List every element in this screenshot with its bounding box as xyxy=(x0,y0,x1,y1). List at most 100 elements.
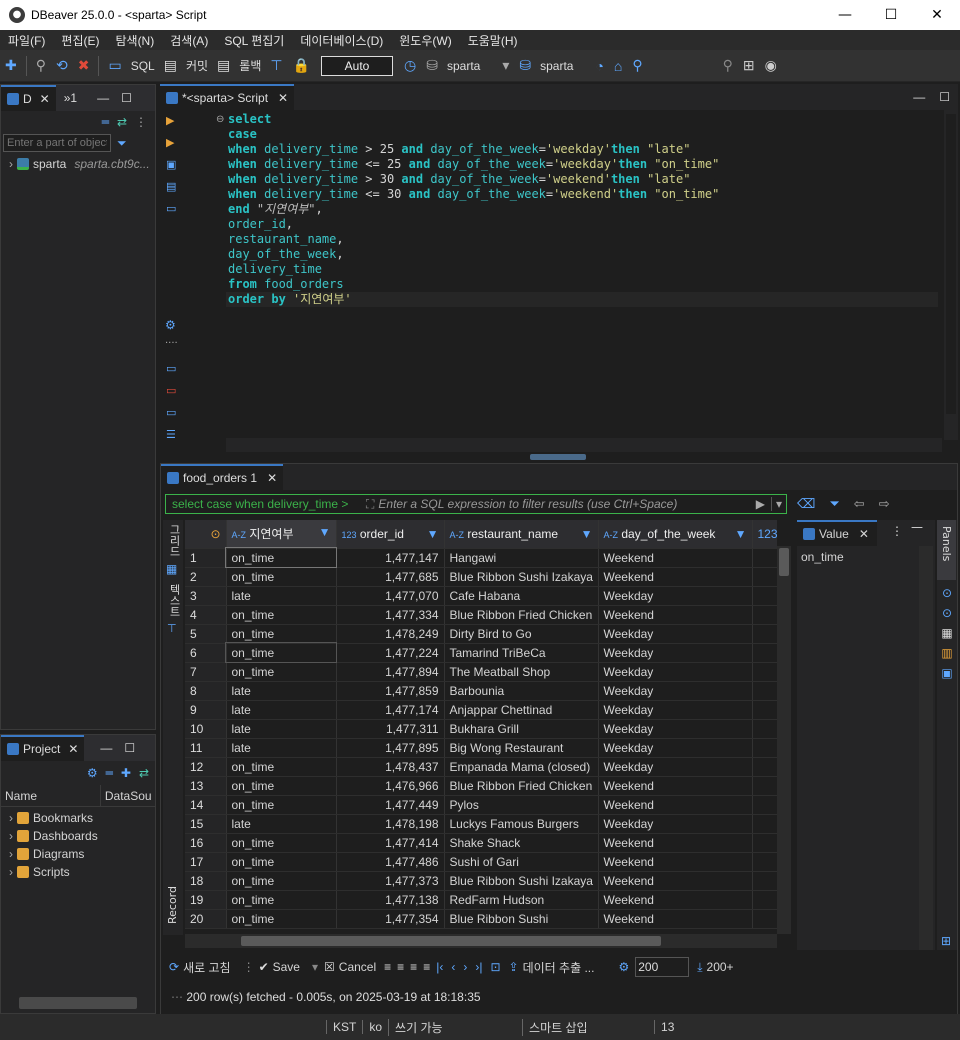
menu-file[interactable]: 파일(F) xyxy=(0,32,53,49)
editor-vertical-scrollbar[interactable] xyxy=(944,110,958,440)
close-icon[interactable]: ✕ xyxy=(278,91,288,105)
table-cell[interactable] xyxy=(752,681,777,701)
table-cell[interactable]: 1,477,354 xyxy=(336,909,445,929)
close-icon[interactable]: ✕ xyxy=(68,742,78,756)
table-cell[interactable]: on_time xyxy=(226,662,337,682)
first-page-icon[interactable]: |‹ xyxy=(436,960,443,974)
table-cell[interactable]: 1,477,449 xyxy=(336,795,445,815)
table-row[interactable]: 5 on_time 1,478,249 Dirty Bird to Go Weekday xyxy=(185,624,777,644)
table-row[interactable]: 14 on_time 1,477,449 Pylos Weekend xyxy=(185,795,777,815)
menu-help[interactable]: 도움말(H) xyxy=(460,32,526,49)
table-cell[interactable]: Weekday xyxy=(598,814,753,834)
table-cell[interactable]: Weekday xyxy=(598,643,753,663)
table-cell[interactable] xyxy=(752,700,777,720)
refresh-button[interactable]: 새로 고침 xyxy=(183,959,231,976)
export-icon[interactable]: ▭ xyxy=(166,362,176,375)
history-icon[interactable]: ◷ xyxy=(399,57,421,74)
menu-database[interactable]: 데이터베이스(D) xyxy=(292,32,391,49)
table-cell[interactable]: Dirty Bird to Go xyxy=(444,624,599,644)
table-cell[interactable]: late xyxy=(226,719,337,739)
maximize-icon[interactable]: ☐ xyxy=(939,90,950,104)
table-cell[interactable] xyxy=(752,757,777,777)
code-line[interactable]: when delivery_time <= 30 and day_of_the_… xyxy=(228,187,719,202)
code-line[interactable]: order_id, xyxy=(228,217,719,232)
table-cell[interactable]: late xyxy=(226,700,337,720)
table-cell[interactable] xyxy=(752,662,777,682)
menu-search[interactable]: 검색(A) xyxy=(162,32,216,49)
table-row[interactable]: 19 on_time 1,477,138 RedFarm Hudson Weekend xyxy=(185,890,777,910)
grid-horizontal-scrollbar[interactable] xyxy=(185,934,777,948)
metadata-icon[interactable]: ⊙ xyxy=(937,586,957,600)
table-cell[interactable]: 1,477,373 xyxy=(336,871,445,891)
table-row[interactable]: 1 on_time 1,477,147 Hangawi Weekend xyxy=(185,547,777,568)
transaction-mode-icon[interactable]: ⊤ xyxy=(265,57,287,74)
table-row[interactable]: 15 late 1,478,198 Luckys Famous Burgers Week… xyxy=(185,814,777,834)
sort-icon[interactable]: ▼ xyxy=(319,525,331,539)
schema-icon[interactable]: ⛁ xyxy=(514,57,536,74)
minimize-icon[interactable]: — xyxy=(100,741,112,755)
active-schema[interactable]: sparta xyxy=(536,59,577,73)
chart-icon[interactable]: ▥ xyxy=(937,646,957,660)
execute-script-icon[interactable]: ▣ xyxy=(166,158,176,171)
table-cell[interactable]: on_time xyxy=(226,852,337,872)
grid-view-tab[interactable]: 그리드 xyxy=(166,524,182,562)
table-cell[interactable]: 1,478,249 xyxy=(336,624,445,644)
copy-row-icon[interactable]: ≡ xyxy=(410,960,417,974)
table-row[interactable]: 2 on_time 1,477,685 Blue Ribbon Sushi Izaka… xyxy=(185,567,777,587)
table-cell[interactable]: Big Wong Restaurant xyxy=(444,738,599,758)
chevron-down-icon[interactable]: ▾ xyxy=(484,57,514,74)
value-scrollbar[interactable] xyxy=(919,546,933,950)
tools-icon[interactable]: ⌂ xyxy=(609,58,627,74)
more-icon[interactable]: ⋮ xyxy=(891,524,903,538)
close-icon[interactable]: ✕ xyxy=(859,527,869,541)
minimize-icon[interactable]: — xyxy=(911,520,923,534)
export-icon[interactable]: ⇪ xyxy=(509,960,519,974)
table-cell[interactable]: Blue Ribbon Fried Chicken xyxy=(444,776,599,796)
active-datasource[interactable]: sparta xyxy=(443,59,484,73)
table-cell[interactable] xyxy=(752,871,777,891)
tree-item-dashboards[interactable]: › Dashboards xyxy=(1,827,155,845)
tree-item-bookmarks[interactable]: › Bookmarks xyxy=(1,809,155,827)
tab-value[interactable]: Value ✕ xyxy=(797,520,877,546)
link-editor-icon[interactable]: ⇄ xyxy=(117,115,127,129)
back-icon[interactable]: ⇦ xyxy=(854,497,865,512)
table-row[interactable]: 16 on_time 1,477,414 Shake Shack Weekend xyxy=(185,833,777,853)
menu-sql-editor[interactable]: SQL 편집기 xyxy=(216,32,292,49)
tree-item-diagrams[interactable]: › Diagrams xyxy=(1,845,155,863)
split-handle[interactable] xyxy=(530,454,586,460)
table-cell[interactable] xyxy=(752,909,777,929)
execute-in-new-tab-icon[interactable]: ▶ xyxy=(166,136,174,149)
minimize-icon[interactable]: — xyxy=(913,90,925,104)
settings-icon[interactable]: ⚙ xyxy=(165,318,176,332)
table-cell[interactable]: late xyxy=(226,738,337,758)
value-view-icon[interactable]: ▣ xyxy=(937,666,957,680)
table-row[interactable]: 18 on_time 1,477,373 Blue Ribbon Sushi Izak… xyxy=(185,871,777,891)
maximize-button[interactable]: ☐ xyxy=(868,0,914,30)
dashboard-icon[interactable]: ◔ xyxy=(577,58,608,74)
table-cell[interactable]: Weekday xyxy=(598,700,753,720)
fetch-size-input[interactable] xyxy=(635,957,690,977)
table-cell[interactable]: Weekday xyxy=(598,738,753,758)
table-cell[interactable]: 1,477,685 xyxy=(336,567,445,587)
table-cell[interactable]: Tamarind TriBeCa xyxy=(444,643,599,663)
auto-commit-mode[interactable]: Auto xyxy=(321,55,394,76)
table-cell[interactable]: Sushi of Gari xyxy=(444,852,599,872)
rollback-button[interactable]: 롤백 xyxy=(235,57,265,74)
save-button[interactable]: Save xyxy=(273,960,300,974)
execute-statement-icon[interactable]: ▶ xyxy=(166,114,174,127)
close-icon[interactable]: ✕ xyxy=(40,92,50,106)
tab-projects[interactable]: Project ✕ xyxy=(1,735,85,761)
table-cell[interactable] xyxy=(752,586,777,606)
table-cell[interactable]: Weekend xyxy=(598,890,753,910)
column-header-delivery-time[interactable]: 123 xyxy=(752,520,777,549)
table-cell[interactable]: Pylos xyxy=(444,795,599,815)
table-row[interactable]: 9 late 1,477,174 Anjappar Chettinad Weekday xyxy=(185,700,777,720)
avatar[interactable]: ◉ xyxy=(760,57,782,74)
table-row[interactable]: 20 on_time 1,477,354 Blue Ribbon Sushi Weeke… xyxy=(185,909,777,929)
filter-icon[interactable]: ⏷ xyxy=(829,497,839,512)
outline-icon[interactable]: ☰ xyxy=(166,428,176,441)
table-row[interactable]: 3 late 1,477,070 Cafe Habana Weekday xyxy=(185,586,777,606)
table-cell[interactable]: Weekend xyxy=(598,909,753,929)
menu-window[interactable]: 윈도우(W) xyxy=(391,32,459,49)
table-cell[interactable]: Weekday xyxy=(598,681,753,701)
